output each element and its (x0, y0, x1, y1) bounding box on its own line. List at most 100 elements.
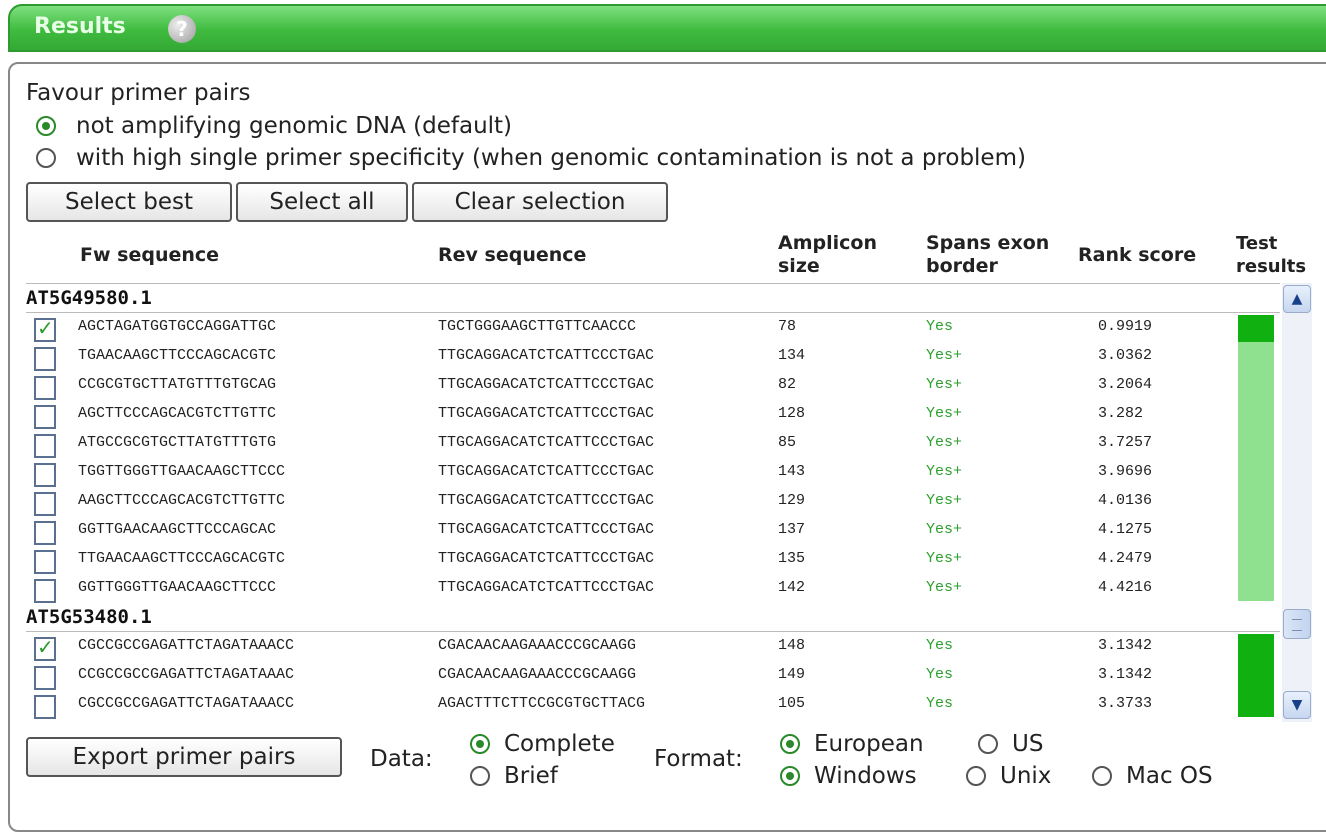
select-all-button[interactable]: Select all (236, 182, 408, 222)
table-row[interactable]: CCGCGTGCTTATGTTTGTGCAG TTGCAGGACATCTCATTC… (26, 371, 1280, 400)
amplicon-size: 134 (778, 347, 806, 364)
table-row[interactable]: TTGAACAAGCTTCCCAGCACGTC TTGCAGGACATCTCATT… (26, 545, 1280, 574)
row-checkbox[interactable] (34, 492, 56, 516)
spans-exon-border: Yes+ (926, 376, 963, 393)
favour-option-genomic-label: not amplifying genomic DNA (default) (76, 113, 513, 139)
format-option-unix[interactable]: Unix (966, 763, 1051, 789)
spans-exon-border: Yes+ (926, 434, 963, 451)
table-row[interactable]: CCGCCGCCGAGATTCTAGATAAAC CGACAACAAGAAACCC… (26, 661, 1280, 690)
row-checkbox[interactable] (34, 579, 56, 603)
export-primer-pairs-button[interactable]: Export primer pairs (26, 737, 342, 777)
row-checkbox[interactable] (34, 463, 56, 487)
clear-selection-button[interactable]: Clear selection (412, 182, 668, 222)
format-option-macos[interactable]: Mac OS (1092, 763, 1213, 789)
spans-exon-border: Yes+ (926, 347, 963, 364)
table-row[interactable]: CGCCGCCGAGATTCTAGATAAACC AGACTTTCTTCCGCGT… (26, 690, 1280, 719)
radio-macos[interactable] (1092, 766, 1112, 786)
row-checkbox[interactable] (34, 434, 56, 458)
fw-sequence: TTGAACAAGCTTCCCAGCACGTC (78, 550, 286, 567)
row-checkbox[interactable] (34, 316, 56, 342)
data-option-brief-label: Brief (504, 763, 558, 789)
radio-brief[interactable] (470, 766, 490, 786)
amplicon-size: 143 (778, 463, 806, 480)
rev-sequence: TTGCAGGACATCTCATTCCCTGAC (438, 405, 655, 422)
data-option-complete[interactable]: Complete (470, 731, 615, 757)
row-checkbox[interactable] (34, 347, 56, 371)
radio-complete[interactable] (470, 734, 490, 754)
header-rev: Rev sequence (438, 244, 587, 266)
radio-us[interactable] (978, 734, 998, 754)
rev-sequence: TTGCAGGACATCTCATTCCCTGAC (438, 550, 655, 567)
table-row[interactable]: ATGCCGCGTGCTTATGTTTGTG TTGCAGGACATCTCATTC… (26, 429, 1280, 458)
radio-genomic[interactable] (36, 116, 56, 136)
favour-option-genomic[interactable]: not amplifying genomic DNA (default) (36, 113, 512, 139)
amplicon-size: 129 (778, 492, 806, 509)
format-option-european-label: European (814, 731, 924, 757)
table-row[interactable]: CGCCGCCGAGATTCTAGATAAACC CGACAACAAGAAACCC… (26, 632, 1280, 661)
table-row[interactable]: AGCTAGATGGTGCCAGGATTGC TGCTGGGAAGCTTGTTCA… (26, 313, 1280, 342)
radio-windows[interactable] (780, 766, 800, 786)
fw-sequence: CCGCCGCCGAGATTCTAGATAAAC (78, 666, 295, 683)
fw-sequence: TGAACAAGCTTCCCAGCACGTC (78, 347, 277, 364)
amplicon-size: 85 (778, 434, 797, 451)
chevron-up-icon[interactable]: ▲ (1283, 285, 1311, 313)
rev-sequence: TTGCAGGACATCTCATTCCCTGAC (438, 434, 655, 451)
format-option-windows-label: Windows (814, 763, 917, 789)
help-icon[interactable]: ? (168, 15, 196, 43)
row-checkbox[interactable] (34, 521, 56, 545)
grid-scrollbar[interactable]: ▲ ▼ (1282, 283, 1312, 722)
table-row[interactable]: GGTTGAACAAGCTTCCCAGCAC TTGCAGGACATCTCATTC… (26, 516, 1280, 545)
chevron-down-icon[interactable]: ▼ (1283, 691, 1311, 719)
format-option-windows[interactable]: Windows (780, 763, 917, 789)
favour-option-specificity-label: with high single primer specificity (whe… (76, 145, 1026, 171)
spans-exon-border: Yes+ (926, 492, 963, 509)
results-title: Results (34, 14, 126, 39)
table-row[interactable]: TGGTTGGGTTGAACAAGCTTCCC TTGCAGGACATCTCATT… (26, 458, 1280, 487)
table-row[interactable]: GGTTGGGTTGAACAAGCTTCCC TTGCAGGACATCTCATTC… (26, 574, 1280, 603)
row-checkbox[interactable] (34, 695, 56, 719)
amplicon-size: 135 (778, 550, 806, 567)
radio-specificity[interactable] (36, 148, 56, 168)
header-spans-line1: Spans exon (926, 232, 1050, 254)
row-checkbox[interactable] (34, 405, 56, 429)
radio-unix[interactable] (966, 766, 986, 786)
table-row[interactable]: AGCTTCCCAGCACGTCTTGTTC TTGCAGGACATCTCATTC… (26, 400, 1280, 429)
format-option-us[interactable]: US (978, 731, 1043, 757)
radio-european[interactable] (780, 734, 800, 754)
scroll-thumb[interactable] (1283, 609, 1311, 639)
rank-score: 0.9919 (1098, 318, 1153, 335)
row-checkbox[interactable] (34, 666, 56, 690)
rank-score: 3.282 (1098, 405, 1144, 422)
rank-score: 4.2479 (1098, 550, 1153, 567)
fw-sequence: ATGCCGCGTGCTTATGTTTGTG (78, 434, 277, 451)
format-option-unix-label: Unix (1000, 763, 1052, 789)
fw-sequence: AAGCTTCCCAGCACGTCTTGTTC (78, 492, 286, 509)
header-test-line1: Test (1236, 233, 1278, 254)
data-option-complete-label: Complete (504, 731, 615, 757)
spans-exon-border: Yes+ (926, 550, 963, 567)
rev-sequence: TTGCAGGACATCTCATTCCCTGAC (438, 579, 655, 596)
format-option-european[interactable]: European (780, 731, 924, 757)
rank-score: 3.3733 (1098, 695, 1153, 712)
row-checkbox[interactable] (34, 550, 56, 574)
table-row[interactable]: TGAACAAGCTTCCCAGCACGTC TTGCAGGACATCTCATTC… (26, 342, 1280, 371)
favour-option-specificity[interactable]: with high single primer specificity (whe… (36, 145, 1026, 171)
rank-score: 3.2064 (1098, 376, 1153, 393)
rank-score: 4.4216 (1098, 579, 1153, 596)
spans-exon-border: Yes+ (926, 521, 963, 538)
select-best-button[interactable]: Select best (26, 182, 232, 222)
rank-score: 3.0362 (1098, 347, 1153, 364)
table-row[interactable]: AAGCTTCCCAGCACGTCTTGTTC TTGCAGGACATCTCATT… (26, 487, 1280, 516)
row-checkbox[interactable] (34, 635, 56, 661)
header-fw: Fw sequence (80, 244, 220, 266)
fw-sequence: GGTTGAACAAGCTTCCCAGCAC (78, 521, 277, 538)
rank-score: 3.1342 (1098, 666, 1153, 683)
data-option-brief[interactable]: Brief (470, 763, 558, 789)
header-test-line2: results (1236, 256, 1307, 277)
amplicon-size: 137 (778, 521, 806, 538)
amplicon-size: 149 (778, 666, 806, 683)
rev-sequence: AGACTTTCTTCCGCGTGCTTACG (438, 695, 646, 712)
amplicon-size: 105 (778, 695, 806, 712)
row-checkbox[interactable] (34, 376, 56, 400)
amplicon-size: 82 (778, 376, 797, 393)
